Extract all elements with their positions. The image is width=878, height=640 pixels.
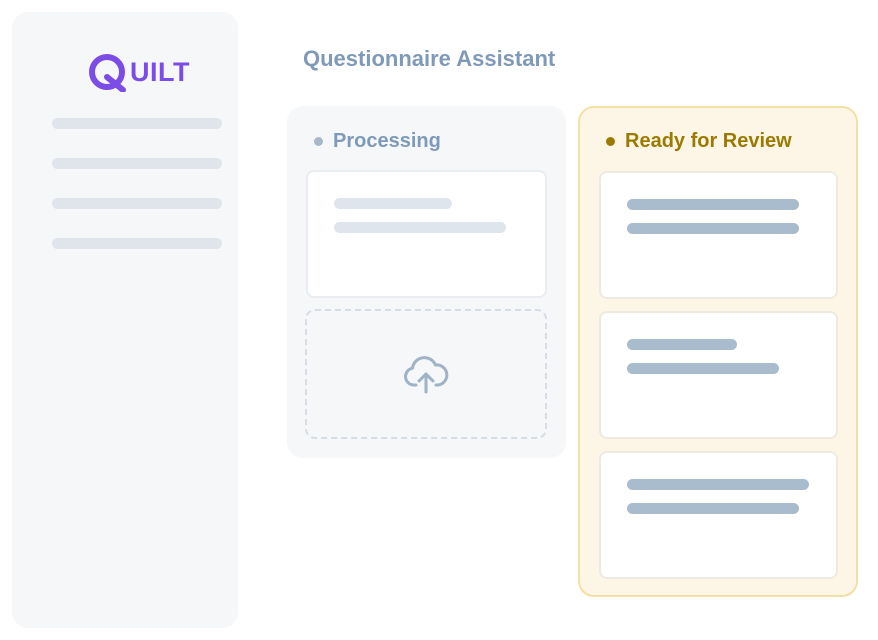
review-card-1[interactable] (599, 171, 838, 299)
card-subtitle-placeholder (627, 363, 779, 374)
card-title-placeholder (627, 339, 737, 350)
card-subtitle-placeholder (627, 223, 799, 234)
review-column: Ready for Review (578, 106, 858, 597)
card-subtitle-placeholder (334, 222, 506, 233)
upload-dropzone[interactable] (305, 309, 547, 439)
sidebar-nav-placeholder-3[interactable] (52, 198, 222, 209)
card-subtitle-placeholder (627, 503, 799, 514)
card-title-placeholder (334, 198, 452, 209)
review-card-2[interactable] (599, 311, 838, 439)
processing-header: Processing (314, 130, 441, 153)
sidebar-nav-placeholder-1[interactable] (52, 118, 222, 129)
logo-wordmark: UILT (130, 57, 190, 87)
processing-column: Processing (287, 106, 566, 458)
review-status-dot (606, 137, 615, 146)
card-title-placeholder (627, 199, 799, 210)
card-title-placeholder (627, 479, 809, 490)
page-title: Questionnaire Assistant (303, 46, 556, 71)
sidebar-nav-placeholder-4[interactable] (52, 238, 222, 249)
processing-label: Processing (333, 130, 441, 152)
sidebar: UILT (12, 12, 238, 628)
processing-card[interactable] (306, 170, 547, 298)
processing-status-dot (314, 137, 323, 146)
sidebar-nav-placeholder-2[interactable] (52, 158, 222, 169)
quilt-logo[interactable]: UILT (88, 52, 190, 92)
cloud-upload-icon (404, 356, 449, 394)
review-card-3[interactable] (599, 451, 838, 579)
review-label: Ready for Review (625, 130, 792, 152)
logo-q-icon (89, 54, 126, 92)
review-header: Ready for Review (606, 130, 792, 153)
